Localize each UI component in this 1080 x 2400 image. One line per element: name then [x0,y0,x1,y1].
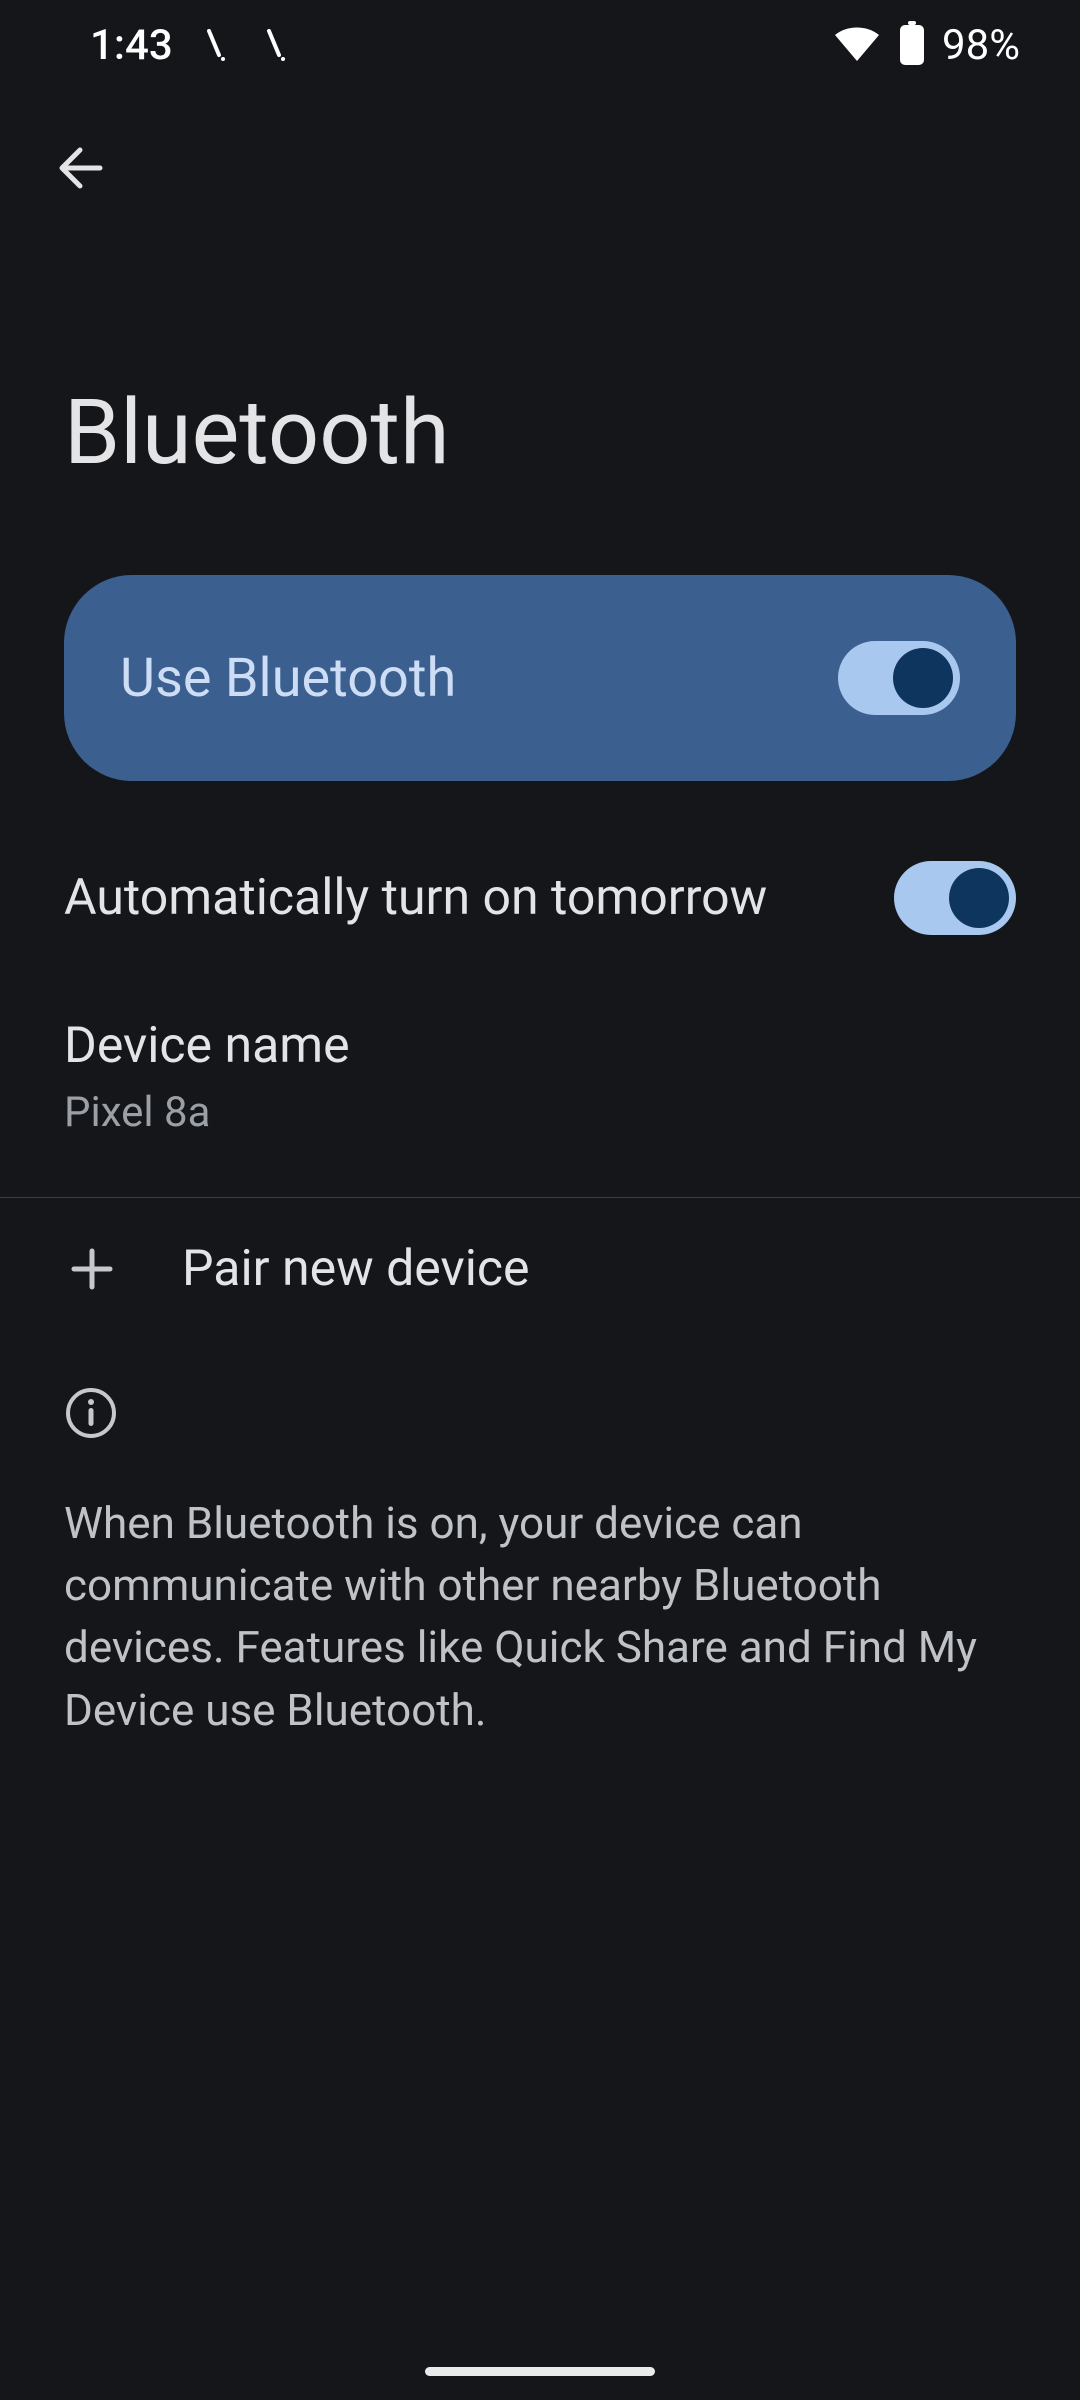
status-right: 98% [832,21,1020,70]
plus-icon [64,1241,120,1297]
toggle-knob [949,868,1009,928]
page-title: Bluetooth [0,210,1080,575]
wifi-icon [832,23,882,67]
arrow-left-icon [54,142,106,198]
battery-percentage: 98% [942,21,1020,70]
auto-turn-on-row[interactable]: Automatically turn on tomorrow [0,781,1080,995]
auto-turn-on-toggle[interactable] [894,861,1016,935]
app-bar [0,90,1080,210]
use-bluetooth-label: Use Bluetooth [120,647,456,710]
use-bluetooth-card[interactable]: Use Bluetooth [64,575,1016,781]
battery-icon [898,21,926,69]
info-icon [64,1425,118,1444]
toggle-knob [893,648,953,708]
pair-new-device-row[interactable]: Pair new device [0,1198,1080,1340]
info-text: When Bluetooth is on, your device can co… [0,1444,1080,1742]
status-bar: 1:43 98% [0,0,1080,90]
clock: 1:43 [90,21,173,70]
back-button[interactable] [40,130,120,210]
device-name-row[interactable]: Device name Pixel 8a [0,995,1080,1197]
notification-tick-icon [203,29,225,61]
notification-tick-icon [263,29,285,61]
status-indicator-group [203,29,285,61]
status-left: 1:43 [90,21,285,70]
auto-turn-on-label: Automatically turn on tomorrow [64,867,767,930]
use-bluetooth-toggle[interactable] [838,641,960,715]
pair-new-device-label: Pair new device [182,1240,530,1298]
navigation-pill[interactable] [425,2367,655,2376]
device-name-title: Device name [64,1015,1016,1078]
device-name-value: Pixel 8a [64,1088,1016,1137]
info-section [0,1340,1080,1444]
